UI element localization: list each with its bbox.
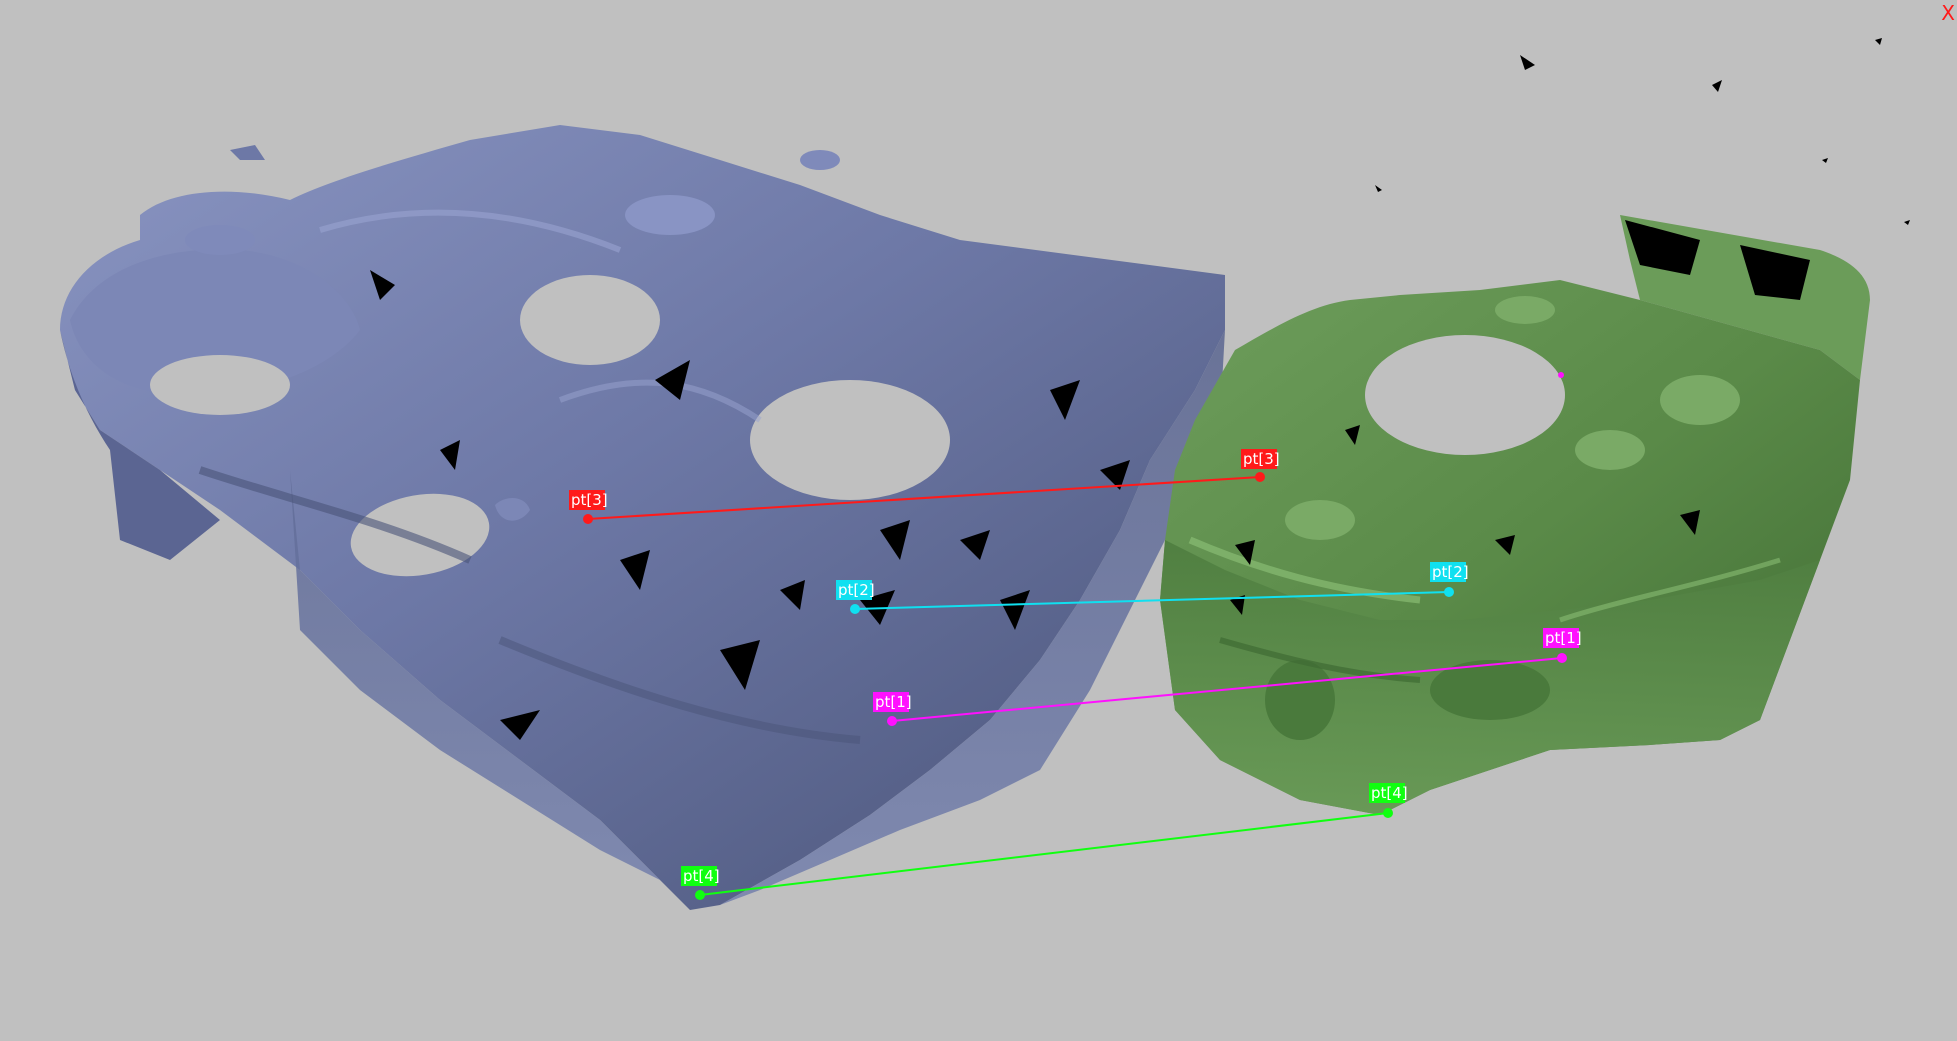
source-point[interactable] xyxy=(695,890,705,900)
target-point[interactable] xyxy=(1444,587,1454,597)
source-point[interactable] xyxy=(850,604,860,614)
source-mesh[interactable] xyxy=(60,125,1225,910)
source-point[interactable] xyxy=(583,514,593,524)
target-point[interactable] xyxy=(1383,808,1393,818)
source-point-label: pt[3] xyxy=(571,491,608,509)
target-point[interactable] xyxy=(1557,653,1567,663)
source-point-label: pt[4] xyxy=(683,867,720,885)
source-point[interactable] xyxy=(887,716,897,726)
target-point[interactable] xyxy=(1255,472,1265,482)
target-point-label: pt[2] xyxy=(1432,563,1469,581)
target-point-label: pt[1] xyxy=(1545,629,1582,647)
scene-canvas[interactable]: pt[3] pt[3] pt[2] pt[2] pt[1] pt[1] pt[4… xyxy=(0,0,1957,1037)
3d-viewport[interactable]: pt[3] pt[3] pt[2] pt[2] pt[1] pt[1] pt[4… xyxy=(0,0,1957,1037)
source-point-label: pt[2] xyxy=(838,581,875,599)
target-point-label: pt[4] xyxy=(1371,784,1408,802)
close-icon[interactable]: X xyxy=(1941,0,1955,26)
target-point-label: pt[3] xyxy=(1243,450,1280,468)
source-point-label: pt[1] xyxy=(875,693,912,711)
target-mesh[interactable] xyxy=(1160,38,1910,815)
